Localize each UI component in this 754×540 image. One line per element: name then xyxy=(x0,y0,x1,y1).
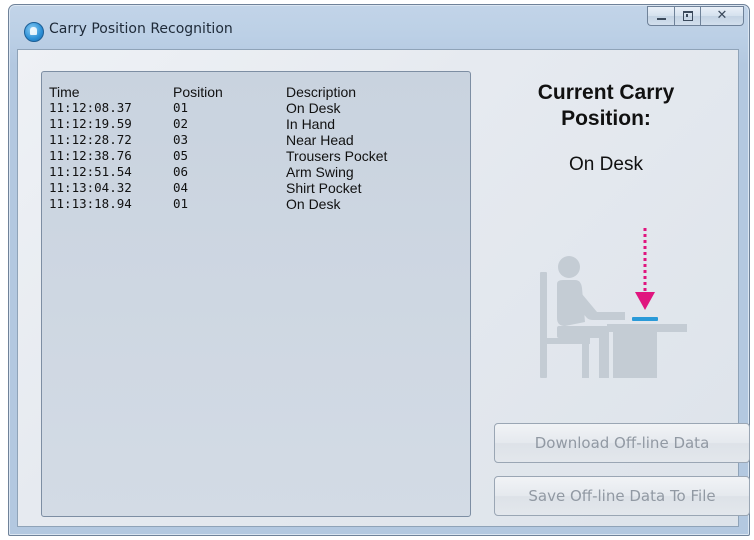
log-position: 01 xyxy=(173,196,189,211)
heading-line-2: Position: xyxy=(561,107,651,130)
current-position-value: On Desk xyxy=(569,154,643,175)
log-position: 04 xyxy=(173,180,189,195)
maximize-button[interactable] xyxy=(674,6,700,26)
close-button[interactable]: ✕ xyxy=(700,6,744,26)
save-offline-data-button[interactable]: Save Off-line Data To File xyxy=(494,476,750,516)
log-description: On Desk xyxy=(286,100,341,116)
log-row: 11:12:28.72 03 Near Head xyxy=(49,132,446,148)
log-row: 11:13:04.32 04 Shirt Pocket xyxy=(49,180,446,196)
log-row: 11:13:18.94 01 On Desk xyxy=(49,196,446,212)
desk-top xyxy=(607,324,687,332)
log-time: 11:13:18.94 xyxy=(49,196,132,211)
log-description: In Hand xyxy=(286,116,336,132)
log-position: 01 xyxy=(173,100,189,115)
log-time: 11:12:28.72 xyxy=(49,132,132,147)
log-description: Near Head xyxy=(286,132,354,148)
window-title: Carry Position Recognition xyxy=(49,21,233,37)
log-time: 11:12:38.76 xyxy=(49,148,132,163)
log-row: 11:12:19.59 02 In Hand xyxy=(49,116,446,132)
title-bar[interactable]: Carry Position Recognition ✕ xyxy=(9,5,749,49)
current-position-panel: Current Carry Position: On Desk Download… xyxy=(473,50,750,526)
maximize-icon xyxy=(683,11,693,21)
position-log-list[interactable]: Time Position Description 11:12:08.37 01… xyxy=(41,71,471,517)
time-column-header: Time xyxy=(49,84,80,100)
minimize-button[interactable] xyxy=(647,6,674,26)
person-leg xyxy=(599,334,609,378)
log-time: 11:12:19.59 xyxy=(49,116,132,131)
log-position: 05 xyxy=(173,148,189,163)
app-icon xyxy=(24,22,44,42)
log-time: 11:12:08.37 xyxy=(49,100,132,115)
chair-leg xyxy=(582,338,589,378)
chair-back xyxy=(540,272,547,378)
log-description: On Desk xyxy=(286,196,341,212)
caption-buttons: ✕ xyxy=(647,6,744,28)
description-column-header: Description xyxy=(286,84,357,100)
log-time: 11:13:04.32 xyxy=(49,180,132,195)
download-offline-data-button[interactable]: Download Off-line Data xyxy=(494,423,750,463)
close-icon: ✕ xyxy=(716,8,728,23)
device-on-desk xyxy=(632,317,658,321)
client-area: Time Position Description 11:12:08.37 01… xyxy=(17,49,750,527)
down-arrow-head xyxy=(635,292,655,310)
log-row: 11:12:51.54 06 Arm Swing xyxy=(49,164,446,180)
log-description: Trousers Pocket xyxy=(286,148,388,164)
heading-line-1: Current Carry xyxy=(537,81,675,104)
log-row: 11:12:08.37 01 On Desk xyxy=(49,100,446,116)
log-position: 02 xyxy=(173,116,189,131)
minimize-icon xyxy=(657,18,666,20)
position-column-header: Position xyxy=(173,84,223,100)
desk-pedestal xyxy=(613,332,657,378)
log-position: 03 xyxy=(173,132,189,147)
log-time: 11:12:51.54 xyxy=(49,164,132,179)
log-description: Arm Swing xyxy=(286,164,354,180)
log-row: 11:12:38.76 05 Trousers Pocket xyxy=(49,148,446,164)
log-header-row: Time Position Description xyxy=(49,84,446,100)
person-head xyxy=(558,256,580,278)
position-log-table: Time Position Description 11:12:08.37 01… xyxy=(49,84,446,212)
log-position: 06 xyxy=(173,164,189,179)
current-carry-heading: Current Carry Position: xyxy=(473,80,739,132)
app-window: Carry Position Recognition ✕ Time Positi… xyxy=(8,4,750,536)
log-description: Shirt Pocket xyxy=(286,180,362,196)
person-at-desk-icon xyxy=(540,228,687,378)
